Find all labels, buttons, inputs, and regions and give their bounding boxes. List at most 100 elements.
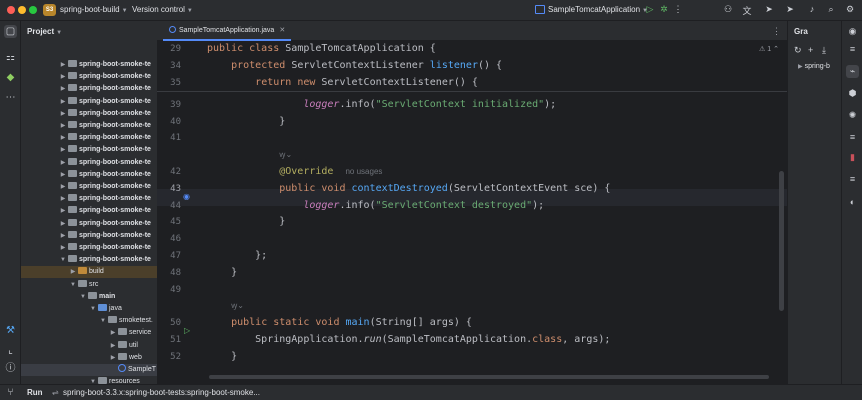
gradle-tree-item[interactable]: ▶ spring-b	[796, 63, 830, 70]
minimize-window-button[interactable]	[18, 6, 26, 14]
line-number[interactable]: 47	[157, 248, 181, 265]
chevron-right-icon[interactable]: ▶	[59, 181, 67, 193]
maximize-window-button[interactable]	[29, 6, 37, 14]
chevron-down-icon[interactable]: ▼	[69, 279, 77, 291]
chevron-down-icon[interactable]: ▼	[79, 291, 87, 303]
download-icon[interactable]: ⤓	[822, 45, 826, 56]
tree-item[interactable]: SampleT	[21, 364, 157, 376]
terminal-icon[interactable]: ⌞	[4, 344, 17, 357]
chevron-right-icon[interactable]: ▶	[59, 108, 67, 120]
code-line[interactable]: protected ServletContextListener listene…	[207, 58, 502, 75]
notifications-icon[interactable]: ◉	[846, 25, 859, 38]
tree-item[interactable]: ▶ spring-boot-smoke-te	[21, 96, 157, 108]
tree-item[interactable]: ▶ build	[21, 266, 157, 279]
bell-icon[interactable]: ♪	[806, 4, 818, 14]
tree-item[interactable]: ▶ spring-boot-smoke-te	[21, 205, 157, 217]
chevron-right-icon[interactable]: ▶	[109, 327, 117, 339]
override-icon[interactable]: ◉	[183, 189, 190, 206]
line-number[interactable]: 50	[157, 315, 181, 332]
line-number[interactable]: 44	[157, 198, 181, 215]
line-number[interactable]: 40	[157, 114, 181, 131]
code-line[interactable]: public class SampleTomcatApplication {	[207, 41, 436, 58]
tree-item[interactable]: ▼ resources	[21, 376, 157, 384]
chevron-right-icon[interactable]: ▶	[109, 340, 117, 352]
plugin-icon[interactable]: ◆	[4, 71, 17, 84]
tree-item[interactable]: ▶ spring-boot-smoke-te	[21, 169, 157, 181]
chevron-down-icon[interactable]: ▼	[59, 254, 67, 266]
tree-item[interactable]: ▶ service	[21, 327, 157, 339]
run-icon[interactable]: ▷	[644, 4, 656, 15]
ai-icon[interactable]: ✺	[846, 109, 859, 122]
chevron-right-icon[interactable]: ▶	[59, 242, 67, 254]
line-number[interactable]: 35	[157, 75, 181, 92]
tree-item[interactable]: ▼ main	[21, 291, 157, 303]
maven-icon[interactable]: ▮	[846, 151, 859, 164]
refresh-icon[interactable]: ↻	[794, 45, 802, 56]
project-selector[interactable]: spring-boot-build ▼	[60, 5, 128, 14]
editor-tab[interactable]: SampleTomcatApplication.java ✕	[163, 21, 292, 41]
line-number[interactable]	[157, 298, 181, 315]
tree-item[interactable]: ▶ spring-boot-smoke-te	[21, 157, 157, 169]
chevron-down-icon[interactable]: ▼	[89, 303, 97, 315]
line-number[interactable]: 41	[157, 130, 181, 147]
line-number[interactable]: 48	[157, 265, 181, 282]
tree-item[interactable]: ▶ spring-boot-smoke-te	[21, 193, 157, 205]
database-icon[interactable]: ≡	[846, 173, 859, 186]
send-icon[interactable]: ➤	[763, 4, 775, 15]
line-number[interactable]: 46	[157, 231, 181, 248]
build-icon[interactable]: ⚒	[4, 324, 17, 337]
chevron-right-icon[interactable]: ▶	[59, 169, 67, 181]
line-number[interactable]: 45	[157, 214, 181, 231]
code-line[interactable]: logger.info("ServletContext destroyed");	[207, 198, 544, 215]
project-panel-title[interactable]: Project ▼	[27, 27, 62, 36]
line-number[interactable]: 52	[157, 349, 181, 366]
chevron-right-icon[interactable]: ▶	[59, 205, 67, 217]
tree-item[interactable]: ▼ java	[21, 303, 157, 315]
database-icon[interactable]: ≡	[846, 131, 859, 144]
chevron-right-icon[interactable]: ▶	[59, 96, 67, 108]
chevron-right-icon[interactable]: ▶	[59, 71, 67, 83]
tree-item[interactable]: ▶ spring-boot-smoke-te	[21, 144, 157, 156]
search-icon[interactable]: ⌕	[825, 4, 837, 15]
code-line[interactable]: @Override no usages	[207, 164, 382, 181]
line-number[interactable]: 39	[157, 97, 181, 114]
code-line[interactable]: }	[207, 265, 237, 282]
tree-item[interactable]: ▶ web	[21, 352, 157, 364]
tree-item[interactable]: ▶ util	[21, 340, 157, 352]
chevron-right-icon[interactable]: ▶	[109, 352, 117, 364]
code-line[interactable]: public void contextDestroyed(ServletCont…	[207, 181, 610, 198]
tool-icon[interactable]: ⬢	[846, 87, 859, 100]
chevron-right-icon[interactable]: ▶	[59, 157, 67, 169]
warning-indicator[interactable]: ⚠ 1 ⌃	[759, 45, 779, 53]
git-icon[interactable]: ⑂	[4, 386, 17, 399]
line-number[interactable]: 51	[157, 332, 181, 349]
code-line[interactable]: ꝡ⌄	[207, 298, 244, 315]
chevron-right-icon[interactable]: ▶	[59, 59, 67, 71]
more-icon[interactable]: ⋯	[4, 91, 17, 104]
close-icon[interactable]: ✕	[279, 27, 285, 34]
tree-item[interactable]: ▼ smoketest.	[21, 315, 157, 327]
tree-item[interactable]: ▼ spring-boot-smoke-te	[21, 254, 157, 266]
problems-icon[interactable]: ⓘ	[4, 362, 17, 375]
editor-scrollbar[interactable]	[779, 171, 784, 311]
code-line[interactable]: };	[207, 248, 267, 265]
chevron-right-icon[interactable]: ▶	[59, 230, 67, 242]
chevron-right-icon[interactable]: ▶	[69, 266, 77, 278]
send-alt-icon[interactable]: ➤	[784, 4, 796, 15]
tree-item[interactable]: ▶ spring-boot-smoke-te	[21, 218, 157, 230]
tree-item[interactable]: ▶ spring-boot-smoke-te	[21, 120, 157, 132]
close-window-button[interactable]	[7, 6, 15, 14]
line-number[interactable]: 43	[157, 181, 181, 198]
line-number[interactable]: 49	[157, 282, 181, 299]
code-line[interactable]: public static void main(String[] args) {	[207, 315, 472, 332]
chevron-right-icon[interactable]: ▶	[59, 83, 67, 95]
code-line[interactable]: }	[207, 214, 285, 231]
editor-horizontal-scrollbar[interactable]	[209, 375, 769, 379]
tree-item[interactable]: ▶ spring-boot-smoke-te	[21, 108, 157, 120]
tree-item[interactable]: ▶ spring-boot-smoke-te	[21, 230, 157, 242]
vcs-selector[interactable]: Version control ▼	[132, 5, 193, 14]
code-line[interactable]: logger.info("ServletContext initialized"…	[207, 97, 556, 114]
run-icon[interactable]: ▷	[184, 323, 190, 340]
line-number[interactable]: 42	[157, 164, 181, 181]
chevron-down-icon[interactable]: ▼	[99, 315, 107, 327]
